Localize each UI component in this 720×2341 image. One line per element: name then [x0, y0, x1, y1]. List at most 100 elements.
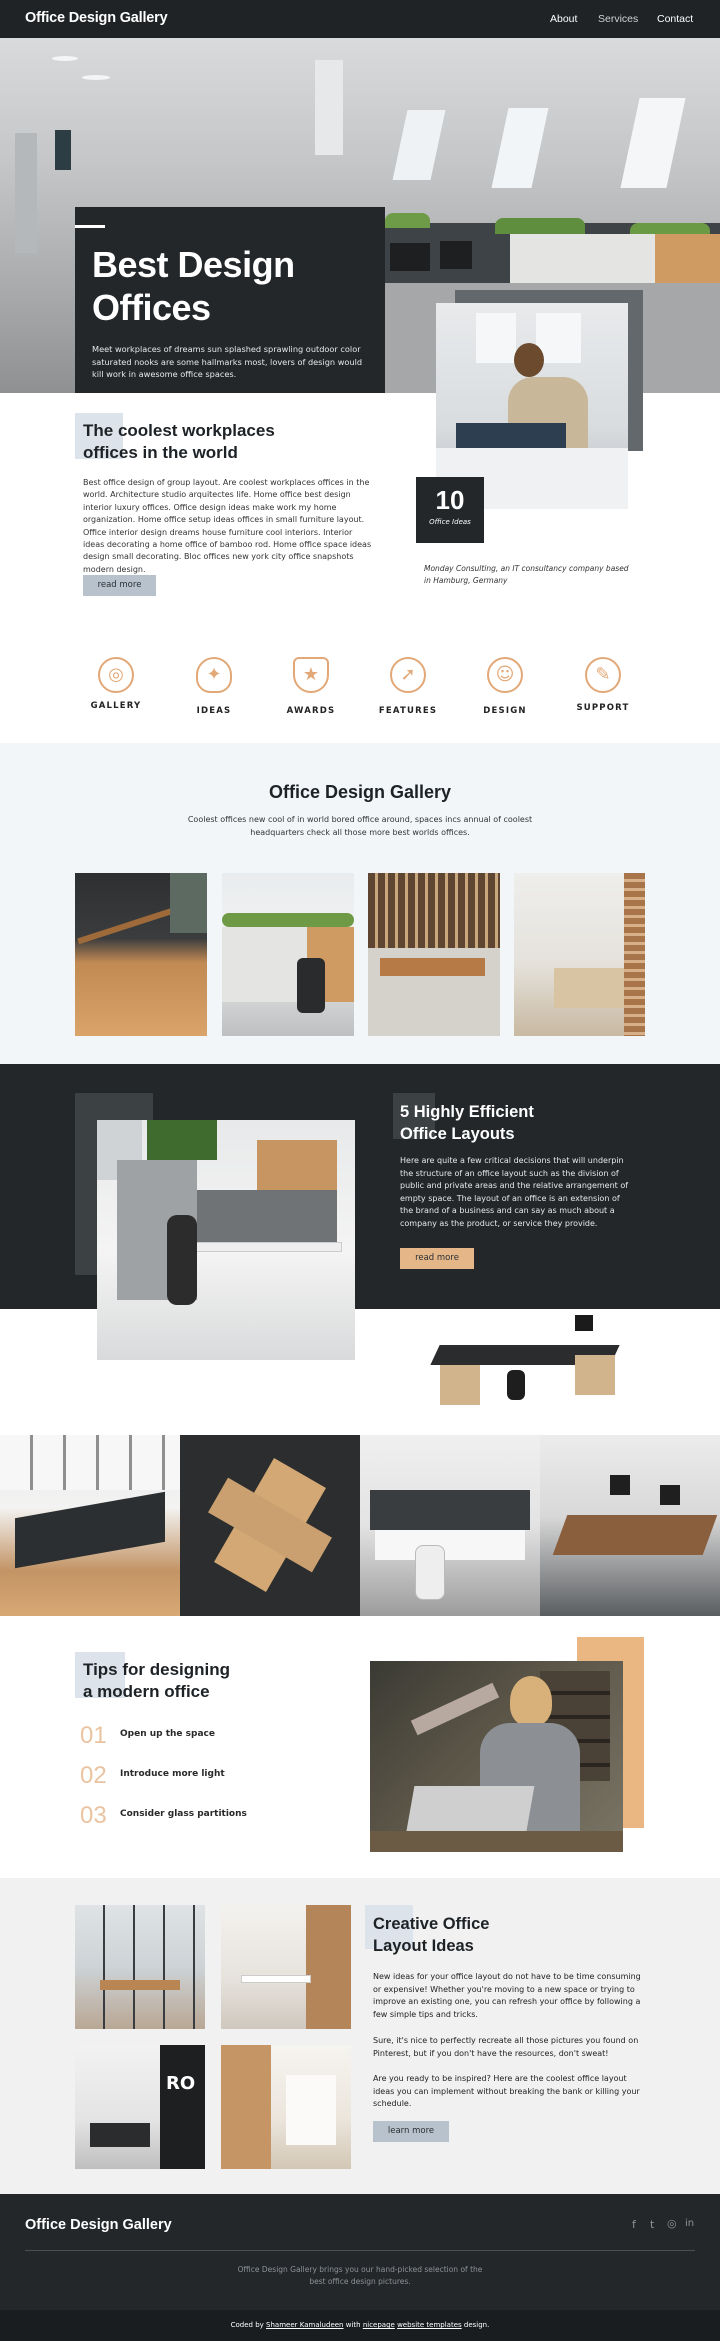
- footer-divider: [25, 2250, 695, 2251]
- wood: [257, 1140, 337, 1190]
- credit-bar: Coded by Shameer Kamaludeen with nicepag…: [0, 2310, 720, 2341]
- feature-gallery[interactable]: ◎ GALLERY: [76, 657, 156, 711]
- lightbulb-icon: ✦: [196, 657, 232, 693]
- strip-image-open-office[interactable]: [540, 1435, 720, 1616]
- desk-leg: [575, 1355, 615, 1395]
- ceiling-light: [52, 56, 78, 61]
- table: [380, 958, 485, 976]
- gallery-image-meeting-room[interactable]: [368, 873, 500, 1036]
- wall-radiator: [15, 133, 37, 253]
- trophy-icon: ★: [293, 657, 329, 693]
- intro-title: The coolest workplaces offices in the wor…: [83, 421, 275, 462]
- woman-photo: [370, 1661, 623, 1852]
- table: [100, 1980, 180, 1990]
- nav-about[interactable]: About: [550, 13, 577, 25]
- learn-more-button[interactable]: learn more: [373, 2121, 449, 2142]
- tip-number: 01: [80, 1722, 107, 1749]
- creative-image-glass-room[interactable]: [75, 1905, 205, 2029]
- stat-box: 10 Office Ideas: [416, 477, 484, 543]
- ro-panel: RO: [160, 2045, 205, 2169]
- column: [315, 60, 343, 155]
- nav-contact[interactable]: Contact: [657, 13, 693, 25]
- chair: [167, 1215, 197, 1305]
- footer-text: Office Design Gallery brings you our han…: [237, 2265, 483, 2286]
- creative-title: Creative Office Layout Ideas: [373, 1915, 490, 1955]
- feature-awards[interactable]: ★ AWARDS: [271, 657, 351, 716]
- linkedin-icon[interactable]: in: [685, 2218, 694, 2229]
- person-head: [510, 1676, 552, 1726]
- glass-frames: [75, 1905, 205, 2029]
- creative-paragraph: New ideas for your office layout do not …: [373, 1972, 641, 2019]
- skylight: [491, 108, 549, 188]
- hero-card: Best Design Offices Meet workplaces of dr…: [75, 207, 385, 393]
- layouts-read-more-button[interactable]: read more: [400, 1248, 474, 1269]
- feature-features[interactable]: ➚ FEATURES: [368, 657, 448, 716]
- facebook-icon[interactable]: f: [632, 2218, 636, 2231]
- rocket-icon: ➚: [390, 657, 426, 693]
- tip-text: Open up the space: [120, 1729, 215, 1739]
- windows: [0, 1435, 180, 1490]
- monitor: [440, 241, 472, 269]
- creative-image-ro-room[interactable]: RO: [75, 2045, 205, 2169]
- chair: [415, 1545, 445, 1600]
- window: [476, 313, 516, 363]
- green-wall: [147, 1120, 217, 1160]
- instagram-icon[interactable]: ◎: [667, 2217, 677, 2230]
- intro-text: Best office design of group layout. Are …: [83, 478, 372, 574]
- laptop: [456, 423, 566, 448]
- feature-ideas[interactable]: ✦ IDEAS: [174, 657, 254, 716]
- ceiling-light: [82, 75, 110, 80]
- desk: [192, 1242, 342, 1252]
- tips-title: Tips for designing a modern office: [83, 1660, 231, 1701]
- plants: [222, 913, 354, 927]
- laptop: [405, 1786, 535, 1836]
- gallery-image-plants[interactable]: [222, 873, 354, 1036]
- twitter-icon[interactable]: t: [650, 2218, 654, 2231]
- nav-services[interactable]: Services: [598, 13, 638, 25]
- tip-text: Introduce more light: [120, 1769, 225, 1779]
- person-head: [514, 343, 544, 377]
- skylight: [620, 98, 686, 188]
- monitor: [660, 1485, 680, 1505]
- strip-image-workstations[interactable]: [360, 1435, 540, 1616]
- footer-logo[interactable]: Office Design Gallery: [25, 2217, 172, 2233]
- site-header: Office Design Gallery About Services Con…: [0, 0, 720, 38]
- templates-link[interactable]: website templates: [397, 2321, 462, 2329]
- nicepage-link[interactable]: nicepage: [363, 2321, 395, 2329]
- camera-icon: ◎: [98, 657, 134, 693]
- gallery-image-staircase[interactable]: [75, 873, 207, 1036]
- plants: [385, 213, 430, 228]
- wood-wall: [306, 1905, 351, 2029]
- site-logo[interactable]: Office Design Gallery: [25, 10, 168, 26]
- creative-paragraph: Are you ready to be inspired? Here are t…: [373, 2074, 640, 2109]
- creative-section: RO Creative Office Layout Ideas New ideas…: [0, 1878, 720, 2194]
- support-icon: ✎: [585, 657, 621, 693]
- gallery-subtitle: Coolest offices new cool of in world bor…: [187, 815, 533, 837]
- gallery-image-reception[interactable]: [514, 873, 645, 1036]
- creative-image-wood-hall[interactable]: [221, 2045, 351, 2169]
- feature-design[interactable]: ☺ DESIGN: [465, 657, 545, 716]
- gallery-section: Office Design Gallery Coolest offices ne…: [0, 743, 720, 1064]
- desk-leg: [440, 1365, 480, 1405]
- designer-icon: ☺: [487, 657, 523, 693]
- cubicle-photo: [97, 1120, 355, 1360]
- wall-screen: [55, 130, 71, 170]
- chair: [507, 1370, 525, 1400]
- reception-desk: [554, 968, 624, 1008]
- desk-cluster: [15, 1491, 165, 1569]
- feature-support[interactable]: ✎ SUPPORT: [563, 657, 643, 713]
- doorway: [286, 2075, 336, 2145]
- desk-product-photo: [425, 1310, 635, 1420]
- read-more-button[interactable]: read more: [83, 575, 156, 596]
- wall: [170, 873, 207, 933]
- skylight: [392, 110, 446, 180]
- strip-image-desks[interactable]: [0, 1435, 180, 1616]
- author-link[interactable]: Shameer Kamaludeen: [266, 2321, 343, 2329]
- tip-text: Consider glass partitions: [120, 1809, 247, 1819]
- hero-title: Best Design Offices: [92, 244, 295, 328]
- credit-text: Coded by Shameer Kamaludeen with nicepag…: [230, 2321, 490, 2329]
- creative-image-white-chairs[interactable]: [221, 1905, 351, 2029]
- strip-image-topview[interactable]: [180, 1435, 360, 1616]
- partition: [370, 1490, 530, 1530]
- desk: [375, 1530, 525, 1560]
